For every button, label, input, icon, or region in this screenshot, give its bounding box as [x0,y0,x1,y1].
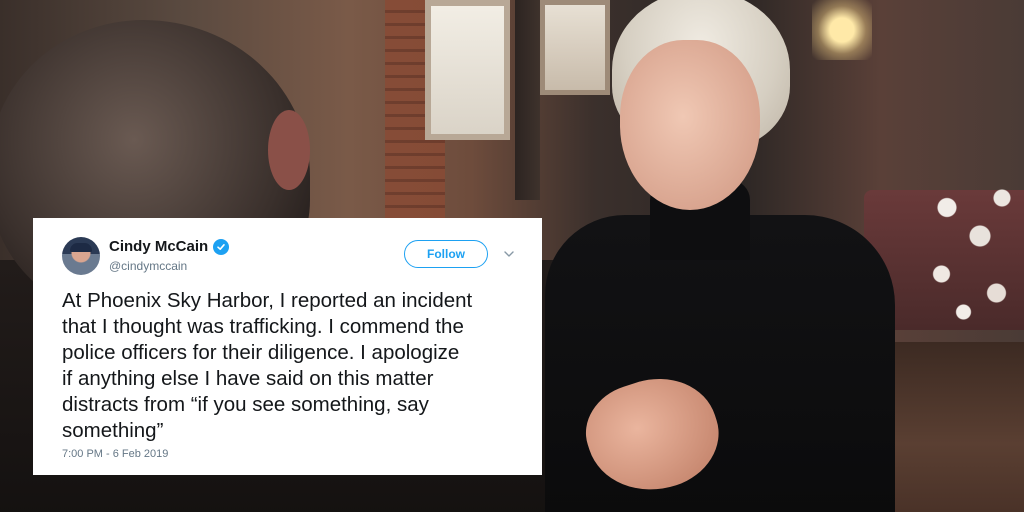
avatar[interactable] [62,237,100,275]
tweet-timestamp[interactable]: 7:00 PM - 6 Feb 2019 [62,448,168,460]
follow-button[interactable]: Follow [404,240,488,268]
lamp-glow [812,0,872,60]
chevron-down-icon[interactable] [503,248,515,260]
tweet-text: At Phoenix Sky Harbor, I reported an inc… [62,289,473,442]
curtain [515,0,540,200]
window-right [540,0,610,95]
tweet-card: Cindy McCain @cindymccain Follow At Phoe… [33,218,542,475]
display-name[interactable]: Cindy McCain [109,238,208,255]
speaker-face [620,40,760,210]
flower-arrangement [914,160,1024,350]
verified-badge-icon [213,238,230,255]
interviewer-ear [268,110,310,190]
user-handle[interactable]: @cindymccain [109,259,187,273]
window-left [425,0,510,140]
author-name-row: Cindy McCain [109,238,230,255]
